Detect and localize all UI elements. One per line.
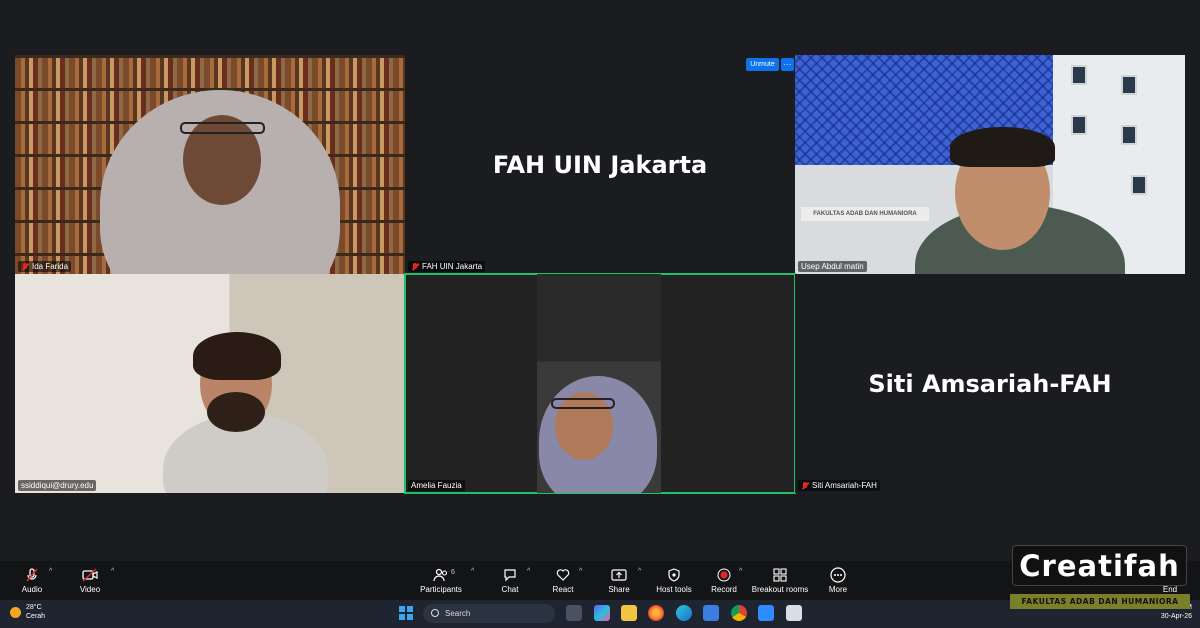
edge-icon[interactable] bbox=[676, 605, 692, 621]
breakout-rooms-button[interactable]: Breakout rooms bbox=[750, 564, 810, 598]
participant-display-name: Siti Amsariah-FAH bbox=[868, 369, 1112, 398]
store-icon[interactable] bbox=[703, 605, 719, 621]
building-sign: FAKULTAS ADAB DAN HUMANIORA bbox=[801, 207, 929, 221]
taskbar-search[interactable]: Search bbox=[423, 604, 555, 623]
participant-name: FAH UIN Jakarta bbox=[422, 262, 483, 271]
participant-name: Ida Farida bbox=[32, 262, 69, 271]
video-tile-siti-amsariah[interactable]: Siti Amsariah-FAH Siti Amsariah-FAH bbox=[795, 274, 1185, 493]
video-tile-fah-uin-jakarta[interactable]: FAH UIN Jakarta FAH UIN Jakarta bbox=[405, 55, 795, 274]
tile-more-button[interactable]: ··· bbox=[781, 58, 794, 71]
sun-icon bbox=[10, 606, 21, 618]
muted-mic-icon bbox=[801, 481, 809, 490]
zoom-app-icon[interactable] bbox=[758, 605, 774, 621]
participant-name-tag: Ida Farida bbox=[18, 261, 72, 272]
window bbox=[1121, 125, 1137, 145]
watermark-subtitle: FAKULTAS ADAB DAN HUMANIORA bbox=[1010, 594, 1190, 609]
chat-button[interactable]: Chat bbox=[480, 564, 540, 598]
record-button[interactable]: Record bbox=[694, 564, 754, 598]
participant-beard bbox=[207, 392, 265, 432]
participants-button[interactable]: Participants bbox=[411, 564, 471, 598]
firefox-icon[interactable] bbox=[648, 605, 664, 621]
host-tools-label: Host tools bbox=[656, 585, 692, 594]
watermark-logo: Creatifah bbox=[1012, 545, 1187, 586]
participant-name-tag: FAH UIN Jakarta bbox=[408, 261, 486, 272]
breakout-rooms-icon bbox=[772, 567, 788, 583]
video-options-caret[interactable]: ^ bbox=[111, 568, 114, 575]
window bbox=[1131, 175, 1147, 195]
participants-count: 6 bbox=[451, 569, 455, 576]
participant-display-name: FAH UIN Jakarta bbox=[492, 150, 708, 179]
video-label: Video bbox=[79, 585, 101, 594]
react-options-caret[interactable]: ^ bbox=[579, 568, 582, 575]
audio-options-caret[interactable]: ^ bbox=[49, 568, 52, 575]
search-icon bbox=[431, 609, 439, 617]
participant-name-tag: Siti Amsariah-FAH bbox=[798, 480, 880, 491]
muted-mic-icon bbox=[21, 262, 29, 271]
participant-name: Amelia Fauzia bbox=[411, 481, 462, 490]
participant-hair bbox=[950, 127, 1055, 167]
chat-label: Chat bbox=[501, 585, 519, 594]
weather-condition: Cerah bbox=[26, 613, 46, 620]
participant-name: Siti Amsariah-FAH bbox=[812, 481, 877, 490]
participant-hair bbox=[193, 332, 281, 380]
record-icon bbox=[716, 567, 732, 583]
window bbox=[1071, 115, 1087, 135]
share-screen-icon bbox=[611, 567, 627, 583]
share-options-caret[interactable]: ^ bbox=[638, 568, 641, 575]
muted-mic-icon bbox=[24, 567, 40, 583]
unmute-button[interactable]: Unmute bbox=[746, 58, 779, 71]
video-tile-usep-abdul-matin[interactable]: FAKULTAS ADAB DAN HUMANIORA Usep Abdul m… bbox=[795, 55, 1185, 274]
file-explorer-icon[interactable] bbox=[621, 605, 637, 621]
task-view-icon[interactable] bbox=[566, 605, 582, 621]
search-placeholder: Search bbox=[445, 609, 471, 618]
video-tile-ida-farida[interactable]: Ida Farida bbox=[15, 55, 405, 274]
participants-options-caret[interactable]: ^ bbox=[471, 568, 474, 575]
shield-icon bbox=[666, 567, 682, 583]
breakout-rooms-label: Breakout rooms bbox=[751, 585, 809, 594]
video-off-icon bbox=[82, 567, 98, 583]
react-label: React bbox=[552, 585, 574, 594]
audio-button[interactable]: Audio bbox=[2, 564, 62, 598]
glasses bbox=[180, 122, 265, 134]
more-button[interactable]: More bbox=[808, 564, 868, 598]
video-tile-ssiddiqui[interactable]: ssiddiqui@drury.edu bbox=[15, 274, 405, 493]
more-icon bbox=[830, 567, 846, 583]
react-button[interactable]: React bbox=[533, 564, 593, 598]
weather-widget[interactable]: 28°C Cerah bbox=[10, 603, 45, 621]
participant-name-tag: Amelia Fauzia bbox=[408, 480, 465, 491]
audio-label: Audio bbox=[21, 585, 43, 594]
participant-name: Usep Abdul matin bbox=[801, 262, 864, 271]
glasses bbox=[551, 398, 615, 409]
record-options-caret[interactable]: ^ bbox=[739, 568, 742, 575]
share-label: Share bbox=[608, 585, 630, 594]
participants-icon bbox=[433, 567, 449, 583]
temperature: 28°C bbox=[26, 604, 42, 611]
clock-date: 30-Apr-26 bbox=[1160, 613, 1192, 620]
heart-icon bbox=[555, 567, 571, 583]
participant-name: ssiddiqui@drury.edu bbox=[21, 481, 94, 490]
chat-options-caret[interactable]: ^ bbox=[527, 568, 530, 575]
record-label: Record bbox=[711, 585, 737, 594]
video-gallery: Ida Farida FAH UIN Jakarta FAH UIN Jakar… bbox=[0, 0, 1200, 561]
window bbox=[1121, 75, 1137, 95]
participant-name-tag: Usep Abdul matin bbox=[798, 261, 867, 272]
windows-start-icon[interactable] bbox=[399, 606, 413, 620]
window bbox=[1071, 65, 1087, 85]
participant-name-tag: ssiddiqui@drury.edu bbox=[18, 480, 97, 491]
chrome-icon[interactable] bbox=[731, 605, 747, 621]
participants-label: Participants bbox=[420, 585, 462, 594]
copilot-icon[interactable] bbox=[594, 605, 610, 621]
app-icon[interactable] bbox=[786, 605, 802, 621]
muted-mic-icon bbox=[411, 262, 419, 271]
chat-icon bbox=[502, 567, 518, 583]
more-label: More bbox=[828, 585, 848, 594]
video-tile-amelia-fauzia[interactable]: Amelia Fauzia bbox=[404, 273, 796, 494]
